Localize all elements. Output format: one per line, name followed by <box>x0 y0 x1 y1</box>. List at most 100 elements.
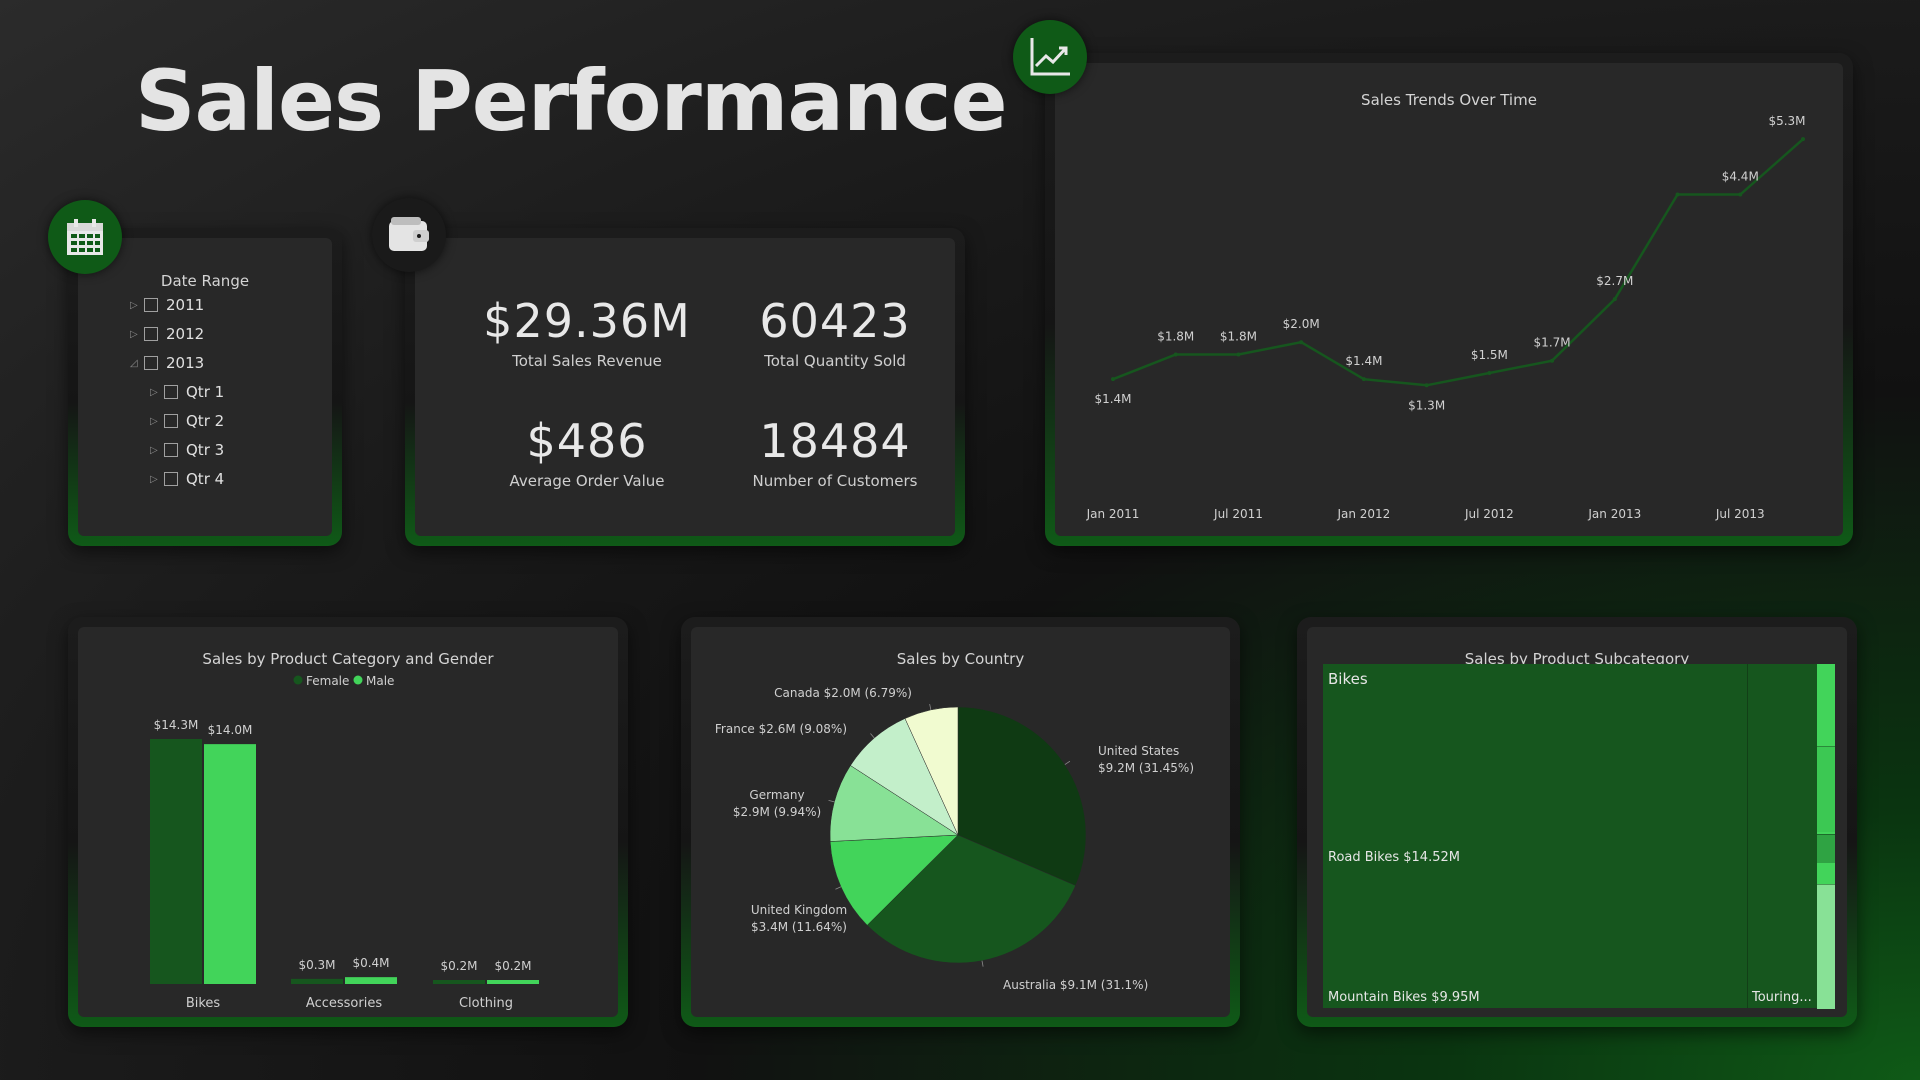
leader-line <box>870 733 875 739</box>
data-label: $1.4M <box>1094 392 1131 406</box>
slicer-item-label: 2011 <box>166 296 205 314</box>
kpi-customers: 18484 Number of Customers <box>705 414 965 490</box>
checkbox[interactable] <box>164 443 178 457</box>
data-point[interactable] <box>1612 297 1617 302</box>
checkbox[interactable] <box>164 385 178 399</box>
kpi-value: 60423 <box>759 294 911 348</box>
data-label: $1.7M <box>1534 336 1571 350</box>
slice-label: United States <box>1098 744 1179 758</box>
treemap-road-bikes[interactable] <box>1323 664 1748 870</box>
slicer-item-label: Qtr 2 <box>186 412 225 430</box>
bar-value-label: $0.2M <box>440 959 477 973</box>
trend-badge <box>1013 20 1087 94</box>
checkbox[interactable] <box>164 472 178 486</box>
data-point[interactable] <box>1738 192 1743 197</box>
expand-arrow-icon[interactable]: ▷ <box>150 445 164 456</box>
data-point[interactable] <box>1236 352 1241 357</box>
data-point[interactable] <box>1424 383 1429 388</box>
bar-female[interactable] <box>150 739 202 984</box>
slice-value-label: $2.9M (9.94%) <box>733 805 821 819</box>
treemap-label-mountain-bikes: Mountain Bikes $9.95M <box>1328 990 1480 1005</box>
treemap-small-tile[interactable] <box>1817 834 1835 863</box>
bar-male[interactable] <box>487 980 539 984</box>
country-panel: Sales by Country United States $9.2M (31.… <box>681 617 1240 1027</box>
kpi-label: Total Sales Revenue <box>512 352 662 370</box>
treemap-mountain-bikes[interactable] <box>1323 869 1748 1008</box>
slice-label: Canada $2.0M (6.79%) <box>774 686 912 700</box>
legend-swatch-female <box>293 675 303 685</box>
treemap-small-tile[interactable] <box>1817 746 1835 832</box>
trend-chart-icon <box>1030 38 1070 76</box>
data-point[interactable] <box>1299 340 1304 345</box>
slicer-item-2013[interactable]: ◿ 2013 <box>130 354 204 372</box>
slice-label: Australia $9.1M (31.1%) <box>1003 978 1148 992</box>
checkbox[interactable] <box>144 327 158 341</box>
data-label: $1.8M <box>1220 330 1257 344</box>
date-slicer-title: Date Range <box>160 272 250 290</box>
treemap-touring-bikes[interactable] <box>1748 664 1817 1008</box>
data-label: $1.8M <box>1157 330 1194 344</box>
kpi-average-order: $486 Average Order Value <box>457 414 717 490</box>
expand-arrow-icon[interactable]: ▷ <box>130 300 144 311</box>
slicer-item-qtr-2[interactable]: ▷ Qtr 2 <box>150 412 224 430</box>
x-tick-label: Jul 2011 <box>1213 507 1263 521</box>
x-tick-label: Jan 2013 <box>1587 507 1641 521</box>
data-point[interactable] <box>1675 192 1680 197</box>
kpi-total-quantity: 60423 Total Quantity Sold <box>705 294 965 370</box>
kpi-value: $29.36M <box>483 294 691 348</box>
x-tick-label: Bikes <box>186 996 221 1011</box>
bar-value-label: $0.2M <box>494 959 531 973</box>
bar-female[interactable] <box>433 980 485 984</box>
bar-value-label: $14.3M <box>154 718 199 732</box>
slicer-item-qtr-1[interactable]: ▷ Qtr 1 <box>150 383 224 401</box>
leader-line <box>835 886 842 890</box>
legend-label: Male <box>366 674 394 688</box>
leader-line <box>929 703 932 710</box>
slicer-item-2012[interactable]: ▷ 2012 <box>130 325 204 343</box>
data-label: $2.0M <box>1283 317 1320 331</box>
leader-line <box>828 799 835 803</box>
expand-arrow-icon[interactable]: ▷ <box>130 329 144 340</box>
treemap-small-tile[interactable] <box>1817 884 1835 1009</box>
pie-chart: United States $9.2M (31.45%) Australia $9.… <box>715 686 1194 992</box>
treemap-small-subcategories[interactable] <box>1817 664 1835 1009</box>
treemap: Bikes Road Bikes $14.52M Mountain Bikes … <box>1323 664 1835 1009</box>
expand-arrow-icon[interactable]: ▷ <box>150 387 164 398</box>
subcategory-panel: Sales by Product Subcategory Bikes Road … <box>1297 617 1857 1027</box>
data-point[interactable] <box>1111 377 1115 382</box>
bar-male[interactable] <box>204 744 256 984</box>
expand-arrow-icon[interactable]: ▷ <box>150 416 164 427</box>
kpi-label: Total Quantity Sold <box>764 352 906 370</box>
data-point[interactable] <box>1801 137 1805 142</box>
bar-value-label: $14.0M <box>208 723 253 737</box>
slicer-item-label: 2012 <box>166 325 205 343</box>
slicer-item-2011[interactable]: ▷ 2011 <box>130 296 204 314</box>
expand-arrow-icon[interactable]: ▷ <box>150 474 164 485</box>
legend-swatch-male <box>353 675 363 685</box>
legend: Female Male <box>293 674 394 688</box>
kpi-total-sales: $29.36M Total Sales Revenue <box>457 294 717 370</box>
checkbox[interactable] <box>144 298 158 312</box>
checkbox[interactable] <box>164 414 178 428</box>
data-point[interactable] <box>1361 377 1366 382</box>
collapse-arrow-icon[interactable]: ◿ <box>130 358 144 369</box>
slicer-item-qtr-4[interactable]: ▷ Qtr 4 <box>150 470 224 488</box>
data-label: $5.3M <box>1768 114 1805 128</box>
slicer-item-qtr-3[interactable]: ▷ Qtr 3 <box>150 441 224 459</box>
data-point[interactable] <box>1487 371 1492 375</box>
data-point[interactable] <box>1173 352 1178 357</box>
kpi-panel: $29.36M Total Sales Revenue 60423 Total … <box>405 228 965 546</box>
kpi-label: Number of Customers <box>752 472 918 490</box>
slicer-item-label: Qtr 4 <box>186 470 225 488</box>
bar-male[interactable] <box>345 977 397 984</box>
x-tick-label: Accessories <box>306 996 382 1011</box>
slicer-item-label: 2013 <box>166 354 205 372</box>
treemap-label-touring: Touring... <box>1752 990 1812 1005</box>
checkbox[interactable] <box>144 356 158 370</box>
sales-trend-line <box>1112 138 1804 387</box>
bar-value-label: $0.4M <box>352 956 389 970</box>
bar-female[interactable] <box>291 978 343 984</box>
data-label: $2.7M <box>1596 274 1633 288</box>
data-point[interactable] <box>1550 358 1555 363</box>
treemap-label-road-bikes: Road Bikes $14.52M <box>1328 850 1460 865</box>
